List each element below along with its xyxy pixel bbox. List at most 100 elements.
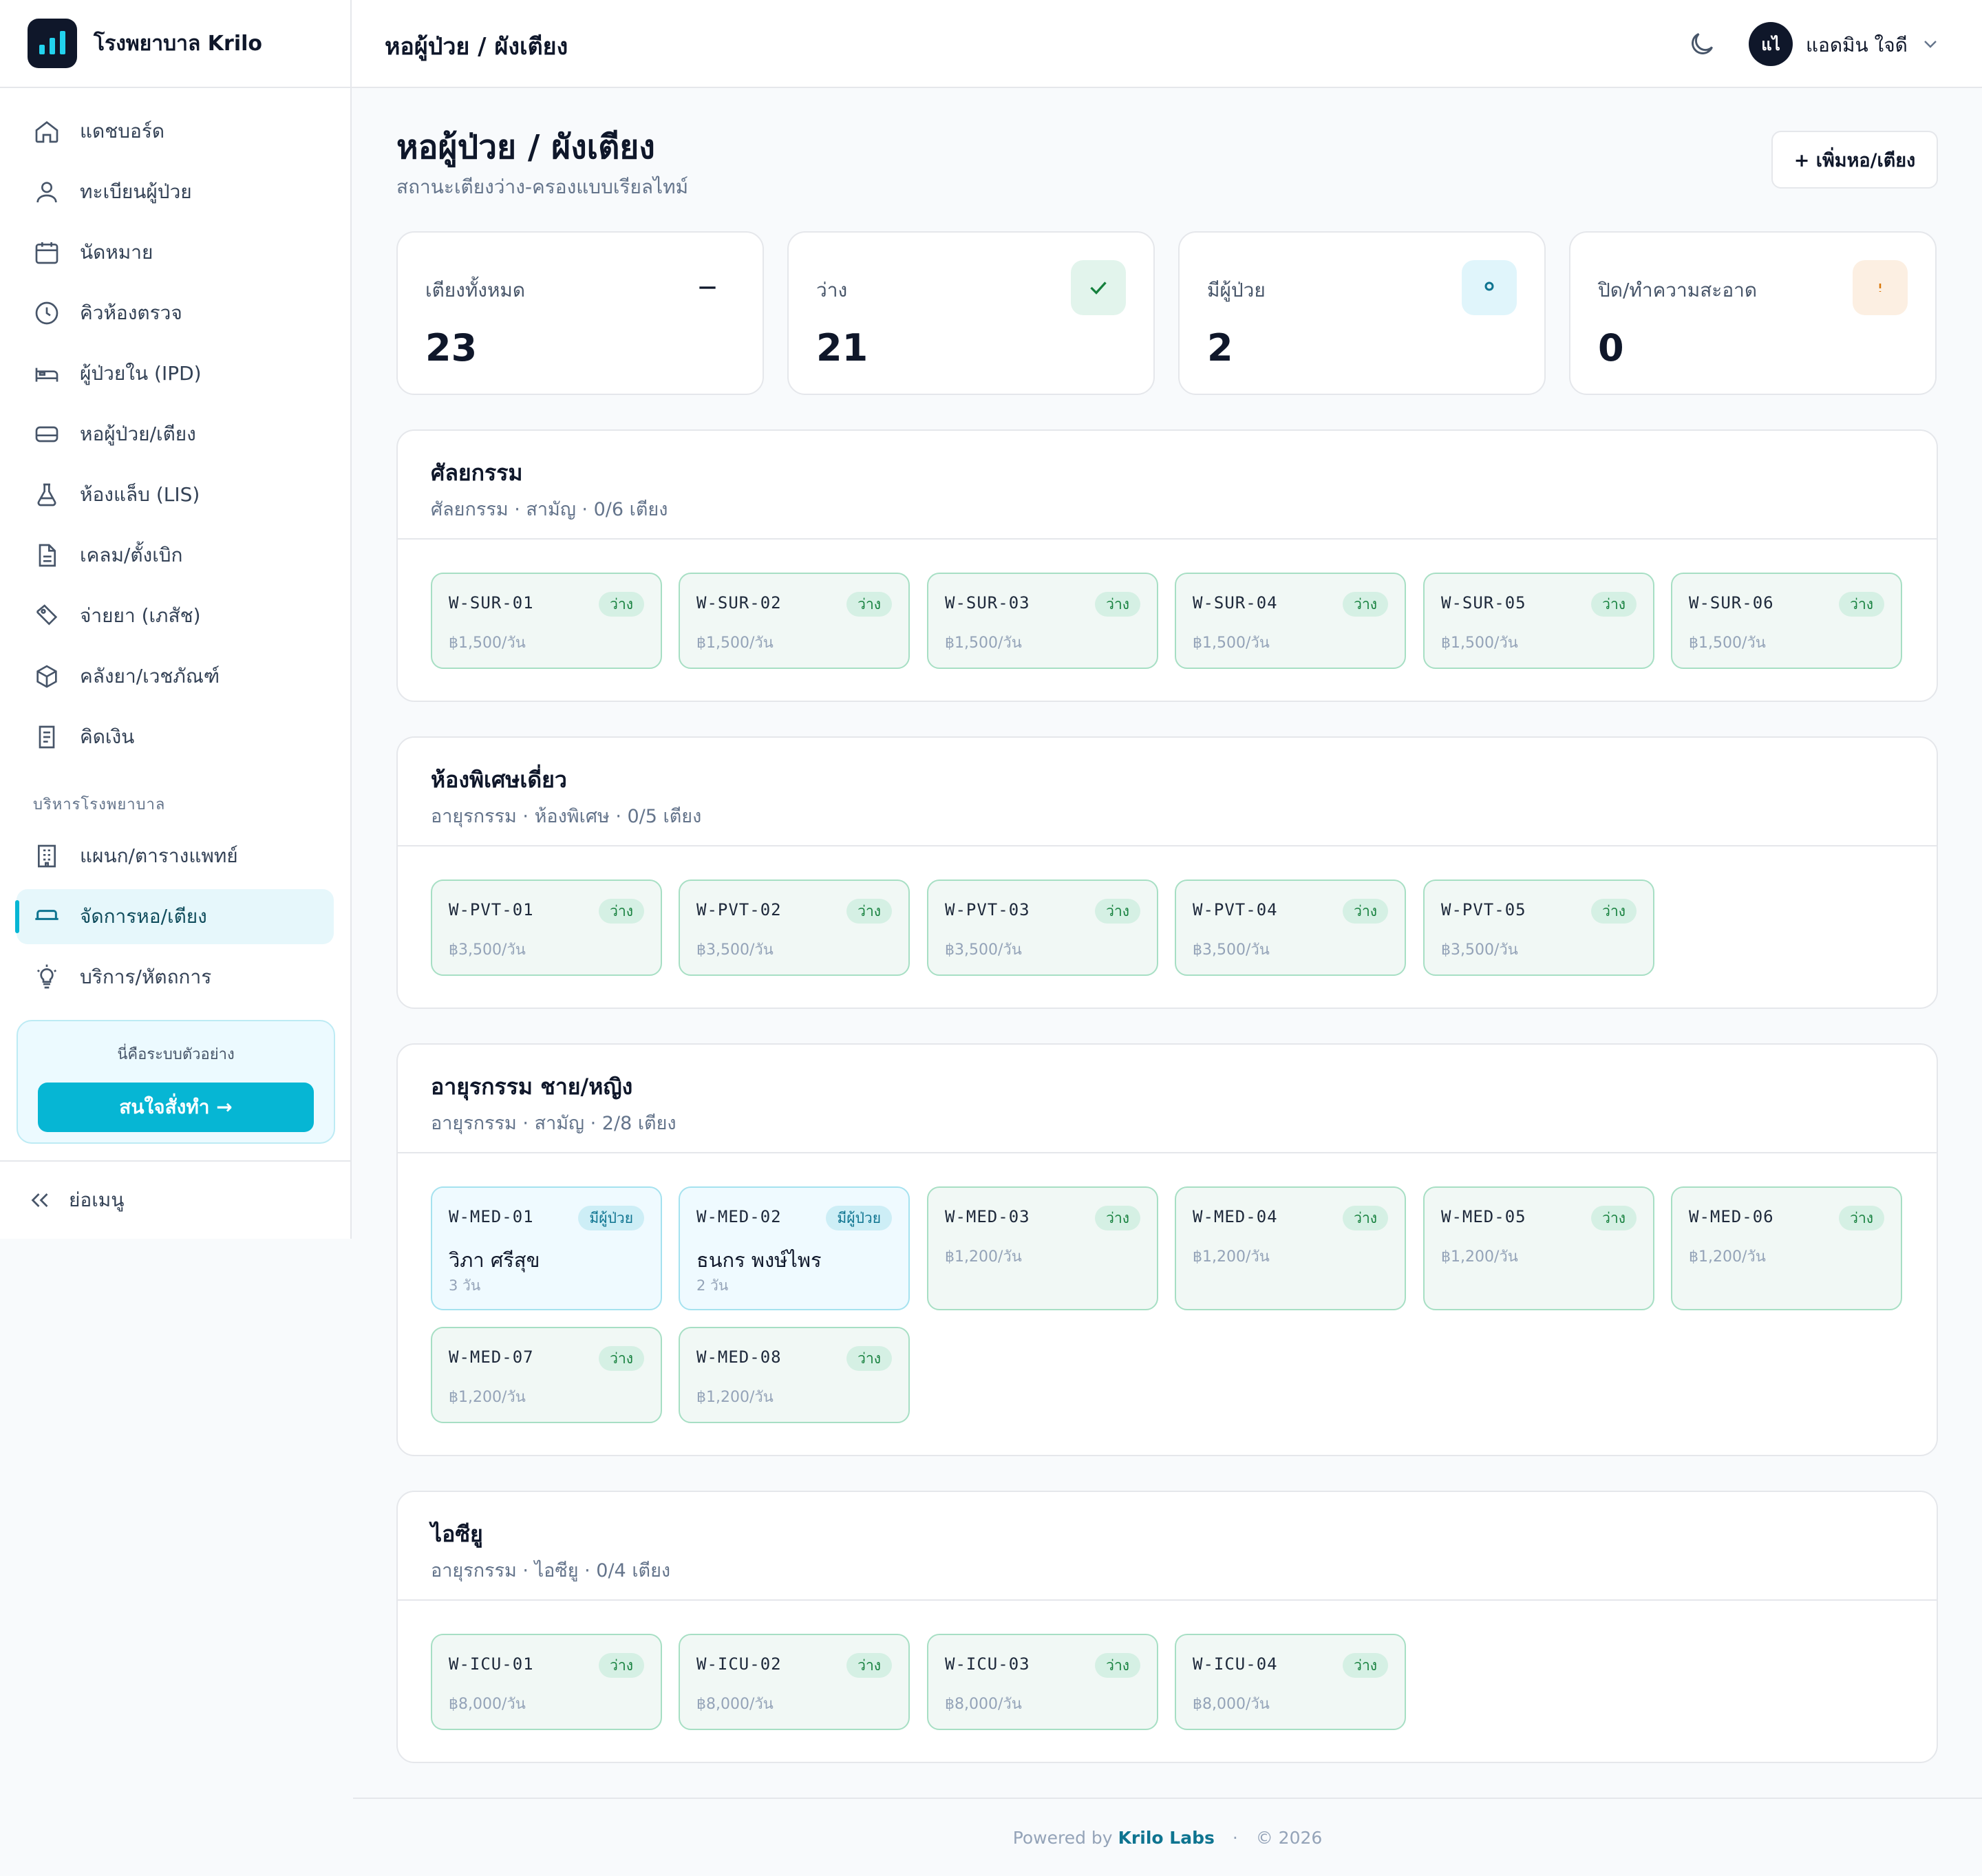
bed-code: W-MED-07 [449, 1347, 534, 1367]
status-badge: ว่าง [1839, 1206, 1884, 1230]
user-name[interactable]: แอดมิน ใจดี [1806, 30, 1908, 61]
sidebar-item-label: ห้องแล็บ (LIS) [80, 483, 200, 506]
add-ward-button[interactable]: + เพิ่มหอ/เตียง [1771, 131, 1938, 189]
sidebar-item-appointments[interactable]: นัดหมาย [17, 225, 334, 280]
stat-label: มีผู้ป่วย [1207, 279, 1266, 301]
bed-card[interactable]: W-SUR-03 ว่าง ฿1,500/วัน [927, 573, 1158, 669]
status-badge: ว่าง [846, 899, 892, 924]
sidebar-item-manage-wards[interactable]: จัดการหอ/เตียง [15, 889, 334, 944]
sidebar-item-services[interactable]: บริการ/หัตถการ [17, 950, 334, 1005]
sidebar-nav: แดชบอร์ด ทะเบียนผู้ป่วย นัดหมาย คิวห้องต… [0, 88, 350, 1005]
bed-card[interactable]: W-PVT-01 ว่าง ฿3,500/วัน [431, 880, 662, 976]
bed-price: ฿1,200/วัน [449, 1389, 526, 1406]
sidebar-item-ipd[interactable]: ผู้ป่วยใน (IPD) [17, 346, 334, 401]
bed-card[interactable]: W-MED-04 ว่าง ฿1,200/วัน [1175, 1186, 1406, 1310]
bed-code: W-PVT-02 [696, 900, 782, 919]
bed-card[interactable]: W-ICU-01 ว่าง ฿8,000/วัน [431, 1634, 662, 1730]
avatar[interactable]: แไ [1749, 22, 1793, 66]
status-badge: ว่าง [599, 899, 644, 924]
bed-card-occupied[interactable]: W-MED-01 มีผู้ป่วย วิภา ศรีสุข 3 วัน [431, 1186, 662, 1310]
bed-price: ฿3,500/วัน [945, 941, 1022, 959]
sidebar-item-billing[interactable]: คิดเงิน [17, 710, 334, 765]
bed-price: ฿8,000/วัน [945, 1696, 1022, 1713]
bar-chart-icon [28, 19, 77, 68]
status-badge: ว่าง [846, 1653, 892, 1678]
bed-card-occupied[interactable]: W-MED-02 มีผู้ป่วย ธนกร พงษ์ไพร 2 วัน [679, 1186, 910, 1310]
status-badge: ว่าง [599, 1653, 644, 1678]
bed-code: W-PVT-01 [449, 900, 534, 919]
bed-card[interactable]: W-MED-03 ว่าง ฿1,200/วัน [927, 1186, 1158, 1310]
brand[interactable]: โรงพยาบาล Krilo [0, 0, 350, 88]
status-badge: ว่าง [1591, 1206, 1637, 1230]
status-badge: ว่าง [1591, 592, 1637, 617]
bed-card[interactable]: W-ICU-03 ว่าง ฿8,000/วัน [927, 1634, 1158, 1730]
circle-icon [1462, 260, 1517, 315]
sidebar-item-label: นัดหมาย [80, 241, 153, 264]
bed-card[interactable]: W-ICU-02 ว่าง ฿8,000/วัน [679, 1634, 910, 1730]
bed-card[interactable]: W-PVT-02 ว่าง ฿3,500/วัน [679, 880, 910, 976]
status-badge: ว่าง [599, 592, 644, 617]
sidebar-item-label: คิวห้องตรวจ [80, 301, 182, 324]
ward-header: ห้องพิเศษเดี่ยว อายุรกรรม · ห้องพิเศษ · … [398, 738, 1937, 846]
ward-meta: อายุรกรรม · ห้องพิเศษ · 0/5 เตียง [431, 806, 702, 827]
length-of-stay: 2 วัน [696, 1277, 729, 1294]
breadcrumb: หอผู้ป่วย / ผังเตียง [385, 33, 568, 61]
bed-card[interactable]: W-MED-05 ว่าง ฿1,200/วัน [1423, 1186, 1654, 1310]
bed-card[interactable]: W-SUR-04 ว่าง ฿1,500/วัน [1175, 573, 1406, 669]
patient-name: ธนกร พงษ์ไพร [696, 1248, 822, 1272]
bed-card[interactable]: W-MED-07 ว่าง ฿1,200/วัน [431, 1327, 662, 1423]
status-badge: มีผู้ป่วย [826, 1206, 892, 1230]
ward-name: อายุรกรรม ชาย/หญิง [431, 1074, 633, 1100]
bed-code: W-SUR-06 [1689, 593, 1774, 612]
sidebar-item-patients[interactable]: ทะเบียนผู้ป่วย [17, 164, 334, 220]
collapse-menu-button[interactable]: ย่อเมนู [0, 1160, 350, 1239]
sidebar-item-pharmacy[interactable]: จ่ายยา (เภสัช) [17, 588, 334, 643]
sidebar-item-dashboard[interactable]: แดชบอร์ด [17, 104, 334, 159]
stat-card-occupied: มีผู้ป่วย 2 [1178, 231, 1546, 395]
moon-icon[interactable] [1687, 29, 1717, 59]
sidebar: โรงพยาบาล Krilo แดชบอร์ด ทะเบียนผู้ป่วย … [0, 0, 352, 1239]
demo-promo: นี่คือระบบตัวอย่าง สนใจสั่งทำ → [17, 1020, 335, 1144]
sidebar-item-inventory[interactable]: คลังยา/เวชภัณฑ์ [17, 649, 334, 704]
bed-card[interactable]: W-MED-08 ว่าง ฿1,200/วัน [679, 1327, 910, 1423]
sidebar-item-wards[interactable]: หอผู้ป่วย/เตียง [17, 407, 334, 462]
ward-header: ศัลยกรรม ศัลยกรรม · สามัญ · 0/6 เตียง [398, 431, 1937, 540]
order-button[interactable]: สนใจสั่งทำ → [38, 1083, 314, 1132]
status-badge: ว่าง [1839, 592, 1884, 617]
footer-copyright: © 2026 [1255, 1828, 1323, 1848]
status-badge: ว่าง [846, 592, 892, 617]
bed-card[interactable]: W-SUR-05 ว่าง ฿1,500/วัน [1423, 573, 1654, 669]
bed-card[interactable]: W-ICU-04 ว่าง ฿8,000/วัน [1175, 1634, 1406, 1730]
bed-card[interactable]: W-SUR-01 ว่าง ฿1,500/วัน [431, 573, 662, 669]
bed-card[interactable]: W-SUR-06 ว่าง ฿1,500/วัน [1671, 573, 1902, 669]
sidebar-item-departments[interactable]: แผนก/ตารางแพทย์ [17, 829, 334, 884]
bed-code: W-ICU-04 [1193, 1654, 1278, 1674]
sidebar-item-lab[interactable]: ห้องแล็บ (LIS) [17, 467, 334, 522]
clock-icon [35, 301, 58, 325]
bed-code: W-SUR-05 [1441, 593, 1526, 612]
footer-brand-link[interactable]: Krilo Labs [1118, 1828, 1215, 1848]
bed-code: W-ICU-02 [696, 1654, 782, 1674]
bed-card[interactable]: W-PVT-05 ว่าง ฿3,500/วัน [1423, 880, 1654, 976]
bed-price: ฿1,500/วัน [449, 635, 526, 652]
length-of-stay: 3 วัน [449, 1277, 481, 1294]
sidebar-item-queue[interactable]: คิวห้องตรวจ [17, 286, 334, 341]
ward-meta: อายุรกรรม · ไอซียู · 0/4 เตียง [431, 1560, 671, 1581]
bed-price: ฿8,000/วัน [449, 1696, 526, 1713]
chevron-down-icon[interactable] [1919, 33, 1941, 55]
bed-price: ฿3,500/วัน [1441, 941, 1518, 959]
bed-card[interactable]: W-PVT-04 ว่าง ฿3,500/วัน [1175, 880, 1406, 976]
bed-card[interactable]: W-MED-06 ว่าง ฿1,200/วัน [1671, 1186, 1902, 1310]
home-icon [35, 120, 58, 143]
sidebar-item-label: หอผู้ป่วย/เตียง [80, 423, 196, 445]
sidebar-item-label: เคลม/ตั้งเบิก [80, 544, 183, 566]
bed-price: ฿1,500/วัน [1193, 635, 1270, 652]
sidebar-item-claims[interactable]: เคลม/ตั้งเบิก [17, 528, 334, 583]
stat-label: ปิด/ทำความสะอาด [1598, 279, 1758, 301]
bed-price: ฿1,200/วัน [1689, 1248, 1766, 1266]
ward-meta: ศัลยกรรม · สามัญ · 0/6 เตียง [431, 499, 668, 520]
bed-card[interactable]: W-PVT-03 ว่าง ฿3,500/วัน [927, 880, 1158, 976]
bed-card[interactable]: W-SUR-02 ว่าง ฿1,500/วัน [679, 573, 910, 669]
stat-card-free: ว่าง 21 [787, 231, 1155, 395]
ward-card-private: ห้องพิเศษเดี่ยว อายุรกรรม · ห้องพิเศษ · … [396, 736, 1938, 1009]
